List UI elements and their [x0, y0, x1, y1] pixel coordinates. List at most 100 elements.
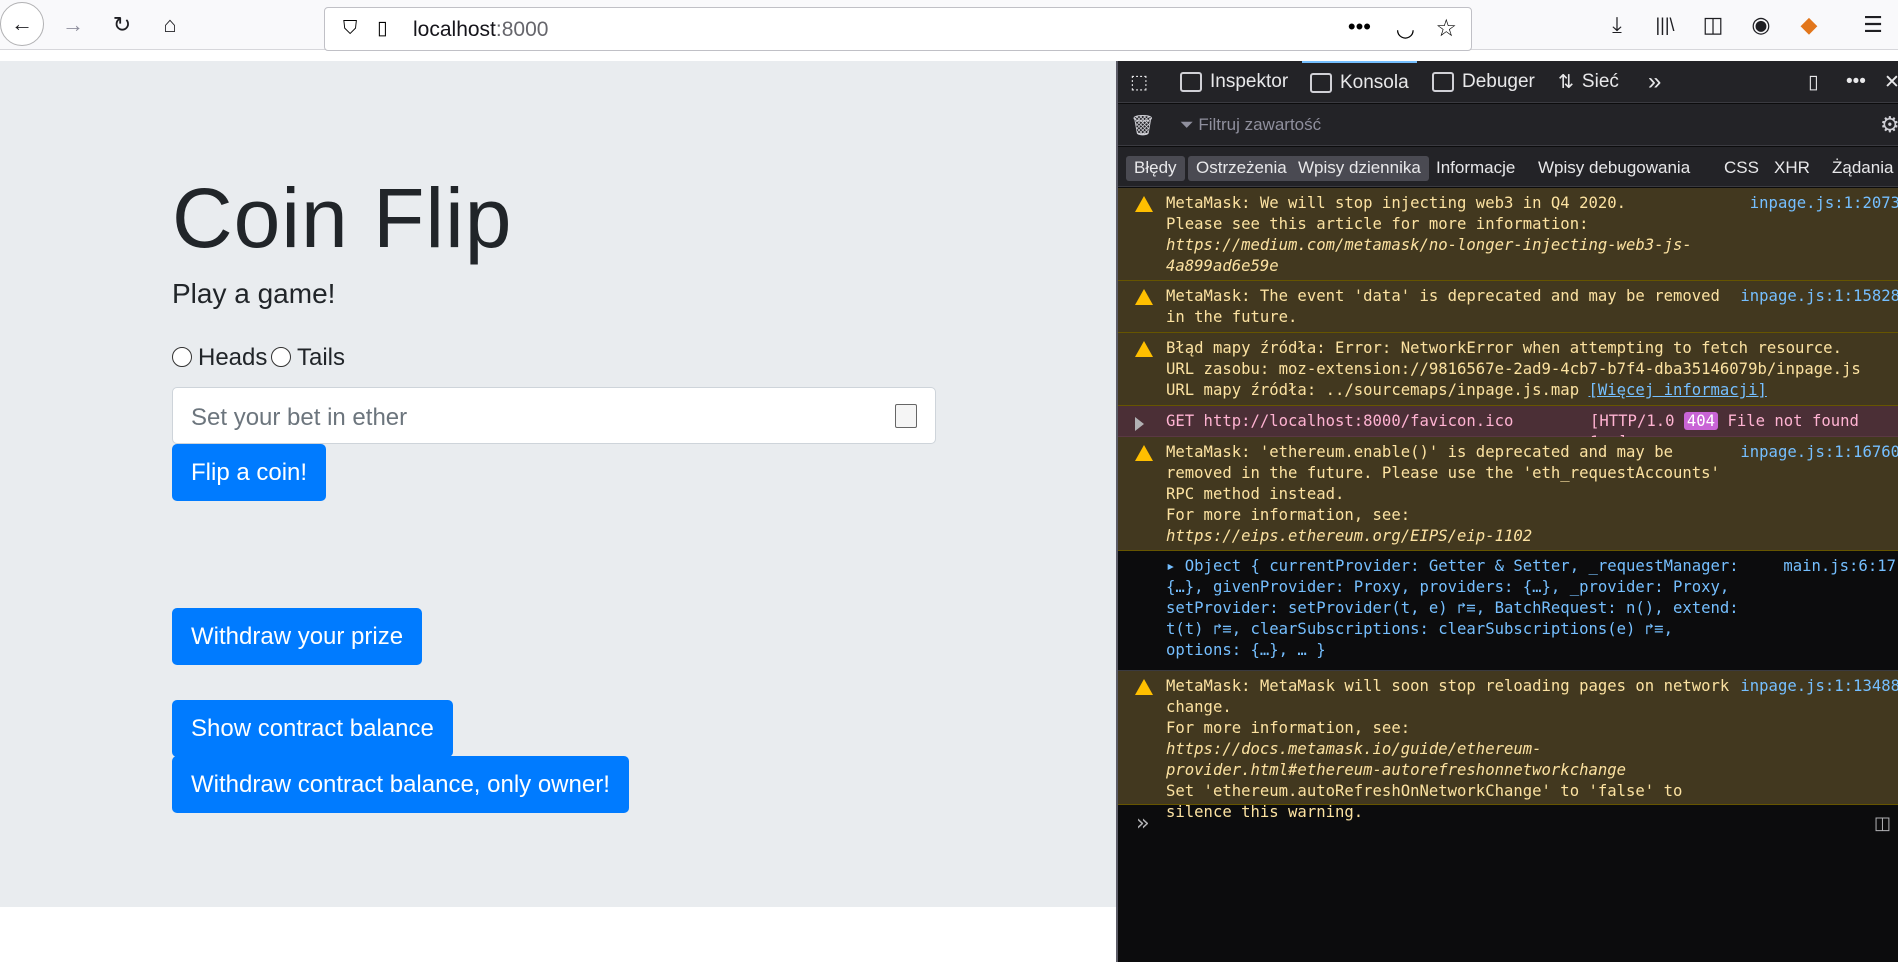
star-icon[interactable]: ☆: [1435, 14, 1457, 43]
cat-warnings[interactable]: Ostrzeżenia: [1188, 156, 1295, 181]
warning-icon: [1135, 341, 1153, 357]
radio-tails-label[interactable]: Tails: [297, 344, 345, 372]
home-icon[interactable]: ⌂: [153, 8, 187, 42]
console-message: MetaMask: MetaMask will soon stop reload…: [1118, 671, 1898, 821]
console-message: GET http://localhost:8000/favicon.ico [HT…: [1118, 406, 1898, 451]
url-bar[interactable]: ⛉ ▯ localhost:8000 ••• ◡ ☆: [324, 7, 1472, 51]
download-icon[interactable]: ⤓: [1600, 8, 1634, 42]
filter-placeholder: Filtruj zawartość: [1198, 115, 1322, 134]
page-title: Coin Flip: [172, 171, 513, 265]
radio-heads-label[interactable]: Heads: [198, 344, 267, 372]
warning-icon: [1135, 445, 1153, 461]
message-source[interactable]: inpage.js:1:13488: [1740, 676, 1898, 697]
tab-network-label: Sieć: [1581, 71, 1619, 92]
filter-input[interactable]: ⏷ Filtruj zawartość: [1180, 115, 1321, 135]
console-categories: Błędy Ostrzeżenia Wpisy dziennika Inform…: [1118, 147, 1898, 187]
sidebar-icon[interactable]: ◫: [1696, 8, 1730, 42]
library-icon[interactable]: |||\: [1648, 8, 1682, 42]
show-balance-button[interactable]: Show contract balance: [172, 700, 453, 757]
message-text-rest: Set 'ethereum.autoRefreshOnNetworkChange…: [1166, 782, 1683, 821]
tab-inspector-label: Inspektor: [1210, 71, 1289, 92]
account-icon[interactable]: ◉: [1744, 8, 1778, 42]
back-icon[interactable]: ←: [0, 2, 44, 46]
pocket-icon[interactable]: ◡: [1396, 16, 1415, 42]
tab-console-label: Konsola: [1340, 72, 1409, 93]
expand-icon[interactable]: [1135, 417, 1144, 431]
message-link[interactable]: https://eips.ethereum.org/EIPS/eip-1102: [1166, 527, 1532, 545]
console-prompt[interactable]: »: [1136, 811, 1149, 836]
tab-inspector[interactable]: Inspektor: [1180, 61, 1288, 103]
message-link[interactable]: https://docs.metamask.io/guide/ethereum-…: [1166, 740, 1626, 779]
dock-icon[interactable]: ▯: [1808, 61, 1818, 103]
metamask-icon[interactable]: ◆: [1792, 8, 1826, 42]
withdraw-owner-button[interactable]: Withdraw contract balance, only owner!: [172, 756, 629, 813]
reload-icon[interactable]: ↻: [105, 8, 139, 42]
devtools-more-icon[interactable]: •••: [1846, 61, 1866, 103]
tab-network[interactable]: ⇅ Sieć: [1558, 61, 1619, 103]
page-bottom: [0, 907, 1116, 962]
devtools-panel: ⬚ Inspektor Konsola Debuger ⇅ Sieć » ▯ ••…: [1116, 61, 1898, 962]
message-text: GET http://localhost:8000/favicon.ico: [1166, 412, 1514, 430]
more-info-link[interactable]: [Więcej informacji]: [1588, 381, 1766, 399]
http-status: [HTTP/1.0: [1590, 412, 1684, 430]
debugger-icon: [1432, 72, 1454, 92]
console-message: ▸ Object { currentProvider: Getter & Set…: [1118, 551, 1898, 671]
more-icon[interactable]: •••: [1348, 14, 1371, 40]
console-message: MetaMask: 'ethereum.enable()' is depreca…: [1118, 437, 1898, 551]
url-text[interactable]: localhost:8000: [413, 18, 548, 42]
cat-debug[interactable]: Wpisy debugowania: [1530, 156, 1698, 181]
flip-coin-button[interactable]: Flip a coin!: [172, 444, 327, 501]
cat-xhr[interactable]: XHR: [1766, 156, 1818, 181]
status-badge: 404: [1683, 412, 1719, 430]
radio-heads[interactable]: [172, 347, 192, 367]
cat-errors[interactable]: Błędy: [1126, 156, 1185, 181]
shield-icon[interactable]: ⛉: [343, 18, 357, 40]
picker-icon[interactable]: ⬚: [1130, 61, 1148, 103]
cat-css[interactable]: CSS: [1716, 156, 1767, 181]
close-icon[interactable]: ✕: [1884, 61, 1898, 103]
console-output: MetaMask: We will stop injecting web3 in…: [1118, 188, 1898, 821]
tab-debugger[interactable]: Debuger: [1432, 61, 1535, 103]
message-text: MetaMask: MetaMask will soon stop reload…: [1166, 677, 1730, 737]
message-source[interactable]: inpage.js:1:2073: [1750, 193, 1898, 214]
radio-tails[interactable]: [271, 347, 291, 367]
devtools-tabs: ⬚ Inspektor Konsola Debuger ⇅ Sieć » ▯ ••…: [1118, 61, 1898, 103]
cat-requests[interactable]: Żądania: [1824, 156, 1898, 181]
cat-logs[interactable]: Wpisy dziennika: [1290, 156, 1429, 181]
console-message: MetaMask: We will stop injecting web3 in…: [1118, 188, 1898, 281]
inspector-icon: [1180, 72, 1202, 92]
message-text: MetaMask: 'ethereum.enable()' is depreca…: [1166, 443, 1720, 524]
url-port: :8000: [495, 18, 549, 41]
message-source[interactable]: inpage.js:1:16760: [1740, 442, 1898, 463]
warning-icon: [1135, 679, 1153, 695]
object-message[interactable]: ▸ Object { currentProvider: Getter & Set…: [1118, 551, 1898, 666]
console-icon: [1310, 73, 1332, 93]
warning-icon: [1135, 289, 1153, 305]
network-icon: ⇅: [1558, 71, 1574, 93]
message-source[interactable]: main.js:6:17: [1783, 556, 1896, 577]
message-text: Object { currentProvider: Getter & Sette…: [1166, 557, 1749, 659]
trash-icon[interactable]: 🗑: [1130, 113, 1155, 138]
bet-input[interactable]: Set your bet in ether: [172, 387, 936, 444]
page-icon: ▯: [377, 18, 388, 39]
message-link[interactable]: https://medium.com/metamask/no-longer-in…: [1166, 236, 1692, 275]
menu-icon[interactable]: ☰: [1856, 8, 1890, 42]
message-text: MetaMask: We will stop injecting web3 in…: [1166, 194, 1627, 233]
url-host: localhost: [413, 18, 496, 41]
split-console-icon[interactable]: ◫: [1874, 813, 1891, 834]
number-spinner[interactable]: [895, 404, 917, 428]
console-filter-bar: 🗑 ⏷ Filtruj zawartość ⚙: [1118, 104, 1898, 146]
tab-console[interactable]: Konsola: [1302, 61, 1417, 103]
console-message: Błąd mapy źródła: Error: NetworkError wh…: [1118, 333, 1898, 406]
withdraw-prize-button[interactable]: Withdraw your prize: [172, 608, 423, 665]
cat-info[interactable]: Informacje: [1428, 156, 1523, 181]
console-message: MetaMask: The event 'data' is deprecated…: [1118, 281, 1898, 333]
forward-icon[interactable]: →: [56, 8, 90, 42]
browser-toolbar: ← → ↻ ⌂ ⛉ ▯ localhost:8000 ••• ◡ ☆ ⤓ |||…: [0, 0, 1898, 51]
bet-placeholder: Set your bet in ether: [191, 404, 408, 431]
settings-icon[interactable]: ⚙: [1880, 112, 1898, 138]
overflow-tabs-icon[interactable]: »: [1648, 61, 1661, 103]
message-source[interactable]: inpage.js:1:15828: [1740, 286, 1898, 307]
warning-icon: [1135, 196, 1153, 212]
page-subtitle: Play a game!: [172, 278, 336, 309]
